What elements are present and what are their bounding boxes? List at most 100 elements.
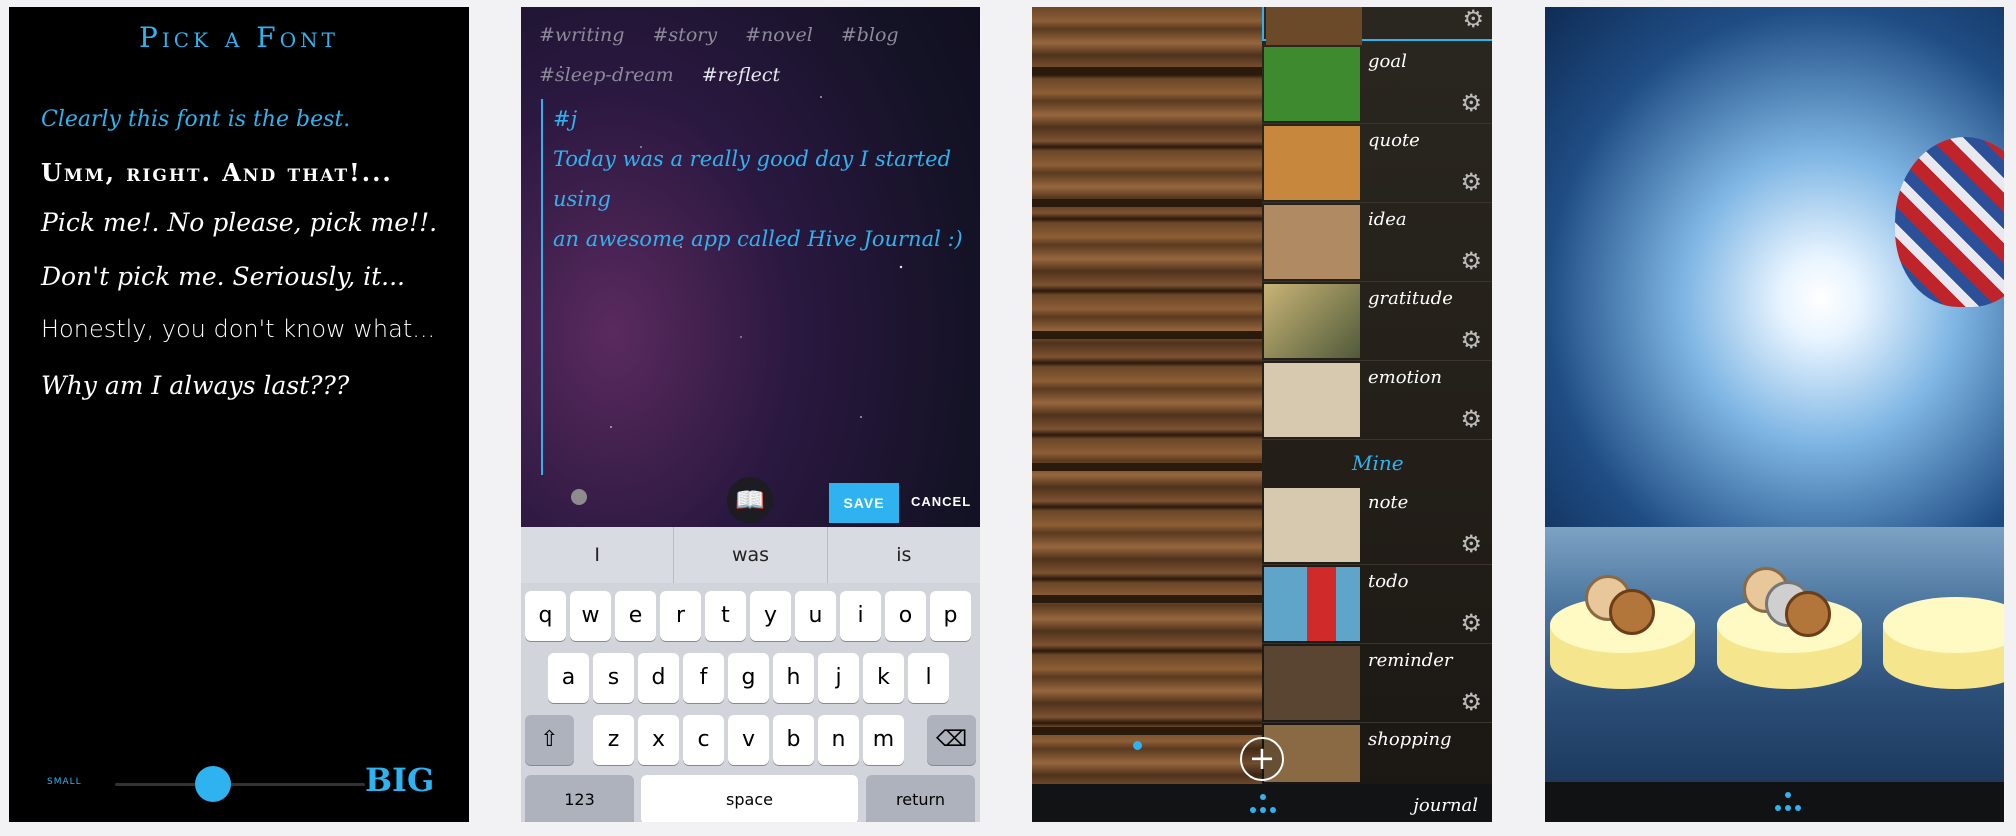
gear-icon[interactable]: ⚙ — [1460, 91, 1482, 115]
key-l[interactable]: l — [908, 653, 949, 703]
list-item-quote[interactable]: quote ⚙ — [1262, 124, 1492, 203]
size-small-label: small — [47, 773, 82, 788]
list-item-shopping[interactable]: shopping — [1262, 723, 1492, 785]
font-size-slider-track[interactable] — [115, 783, 365, 786]
gear-icon[interactable]: ⚙ — [1460, 690, 1482, 714]
tag-reflect[interactable]: #reflect — [702, 64, 780, 86]
suggestion-bar: I was is — [521, 527, 980, 583]
font-option-5[interactable]: Honestly, you don't know what... — [41, 315, 435, 343]
backspace-key[interactable]: ⌫ — [927, 715, 976, 765]
gear-icon[interactable]: ⚙ — [1460, 170, 1482, 194]
list-item-todo[interactable]: todo ⚙ — [1262, 565, 1492, 644]
key-b[interactable]: b — [773, 715, 814, 765]
wood-seam — [1032, 727, 1262, 735]
font-option-6[interactable]: Why am I always last??? — [41, 371, 349, 400]
entry-line-2: Today was a really good day I started us… — [553, 147, 952, 211]
book-icon[interactable]: 📖 — [727, 477, 773, 523]
key-d[interactable]: d — [638, 653, 679, 703]
key-i[interactable]: i — [840, 591, 881, 641]
page-indicator-dot — [1133, 741, 1142, 750]
keyboard: I was is q w e r t y u i o p a s d f g h… — [521, 527, 980, 822]
key-f[interactable]: f — [683, 653, 724, 703]
key-v[interactable]: v — [728, 715, 769, 765]
return-key[interactable]: return — [866, 775, 975, 822]
page-title: Pick a Font — [139, 21, 339, 54]
entry-text-area[interactable]: #j Today was a really good day I started… — [553, 99, 964, 259]
font-option-3[interactable]: Pick me!. No please, pick me!!. — [41, 208, 437, 237]
suggestion-3[interactable]: is — [828, 527, 980, 583]
tag-writing[interactable]: #writing — [539, 24, 624, 46]
cancel-button[interactable]: CANCEL — [905, 493, 977, 510]
monkey-character[interactable] — [1609, 589, 1655, 635]
key-t[interactable]: t — [705, 591, 746, 641]
tag-sleep-dream[interactable]: #sleep-dream — [539, 64, 674, 86]
tag-story[interactable]: #story — [653, 24, 718, 46]
gear-icon[interactable]: ⚙ — [1460, 407, 1482, 431]
gear-icon[interactable]: ⚙ — [1460, 328, 1482, 352]
list-item-idea[interactable]: idea ⚙ — [1262, 203, 1492, 282]
list-item-emotion[interactable]: emotion ⚙ — [1262, 361, 1492, 440]
key-j[interactable]: j — [818, 653, 859, 703]
key-g[interactable]: g — [728, 653, 769, 703]
save-button[interactable]: SAVE — [829, 483, 899, 523]
key-q[interactable]: q — [525, 591, 566, 641]
gear-icon[interactable]: ⚙ — [1460, 611, 1482, 635]
key-r[interactable]: r — [660, 591, 701, 641]
key-z[interactable]: z — [593, 715, 634, 765]
menu-dots-icon[interactable] — [1773, 790, 1803, 814]
key-h[interactable]: h — [773, 653, 814, 703]
key-c[interactable]: c — [683, 715, 724, 765]
list-item-reminder[interactable]: reminder ⚙ — [1262, 644, 1492, 723]
tag-novel[interactable]: #novel — [745, 24, 813, 46]
gear-icon[interactable]: ⚙ — [1460, 249, 1482, 273]
list-item-label: todo — [1368, 571, 1409, 592]
suggestion-2[interactable]: was — [674, 527, 828, 583]
gear-icon[interactable]: ⚙ — [1460, 532, 1482, 556]
font-option-1[interactable]: Clearly this font is the best. — [41, 107, 350, 132]
list-item-goal[interactable]: goal ⚙ — [1262, 45, 1492, 124]
journal-label[interactable]: journal — [1413, 795, 1478, 816]
key-u[interactable]: u — [795, 591, 836, 641]
floating-disc[interactable] — [1883, 597, 2004, 689]
scene-screen — [1545, 7, 2004, 822]
text-cursor-bar — [541, 99, 543, 475]
thumbnail-image — [1264, 646, 1360, 720]
key-k[interactable]: k — [863, 653, 904, 703]
wood-seam — [1032, 331, 1262, 339]
key-w[interactable]: w — [570, 591, 611, 641]
font-size-slider-thumb[interactable] — [195, 766, 231, 802]
gear-icon[interactable]: ⚙ — [1462, 7, 1484, 31]
key-y[interactable]: y — [750, 591, 791, 641]
font-option-4[interactable]: Don't pick me. Seriously, it... — [41, 262, 405, 291]
list-item-gratitude[interactable]: gratitude ⚙ — [1262, 282, 1492, 361]
key-m[interactable]: m — [863, 715, 904, 765]
key-p[interactable]: p — [930, 591, 971, 641]
tag-blog[interactable]: #blog — [841, 24, 899, 46]
space-key[interactable]: space — [641, 775, 858, 822]
font-option-2[interactable]: Umm, right. And that!... — [41, 158, 393, 187]
list-item-selected[interactable]: ⚙ — [1262, 7, 1492, 45]
thumbnail-image — [1264, 205, 1360, 279]
numbers-key[interactable]: 123 — [525, 775, 634, 822]
tag-list: #writing #story #novel #blog #sleep-drea… — [539, 15, 968, 95]
shift-key[interactable]: ⇧ — [525, 715, 574, 765]
thumbnail-image — [1264, 567, 1360, 641]
key-n[interactable]: n — [818, 715, 859, 765]
menu-dots-icon[interactable] — [1248, 792, 1278, 816]
key-a[interactable]: a — [548, 653, 589, 703]
list-item-label: note — [1368, 492, 1409, 513]
monkey-character[interactable] — [1785, 591, 1831, 637]
wood-background — [1032, 7, 1262, 822]
list-item-label: quote — [1368, 130, 1420, 151]
key-x[interactable]: x — [638, 715, 679, 765]
key-e[interactable]: e — [615, 591, 656, 641]
wood-seam — [1032, 595, 1262, 603]
key-s[interactable]: s — [593, 653, 634, 703]
add-icon[interactable]: + — [1240, 737, 1284, 781]
list-item-label: reminder — [1368, 650, 1453, 671]
suggestion-1[interactable]: I — [521, 527, 675, 583]
key-o[interactable]: o — [885, 591, 926, 641]
list-item-note[interactable]: note ⚙ — [1262, 486, 1492, 565]
thumbnail-image — [1264, 284, 1360, 358]
journal-list: ⚙ goal ⚙ quote ⚙ idea ⚙ gratitude ⚙ emot… — [1262, 7, 1492, 785]
